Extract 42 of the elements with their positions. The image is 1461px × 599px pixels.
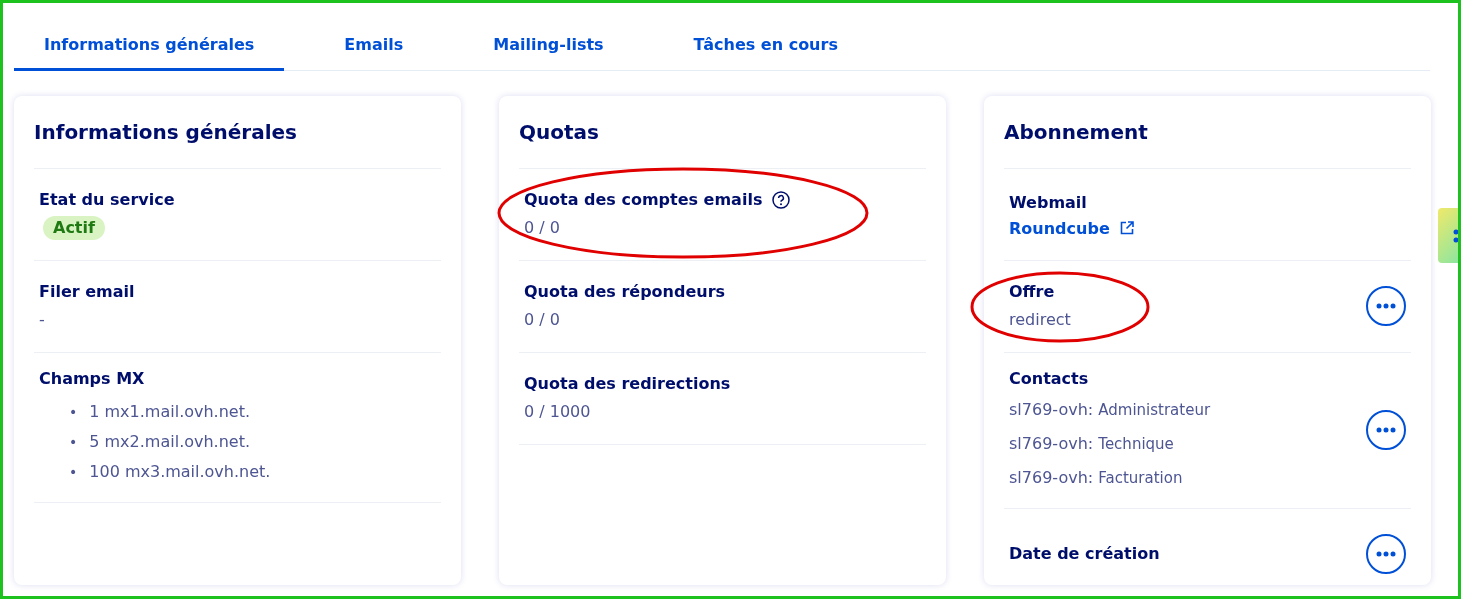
field-label: Quota des comptes emails	[524, 189, 763, 211]
tab[interactable]: Informations générales	[14, 25, 285, 71]
more-icon	[1376, 303, 1396, 309]
contact-line: sl769-ovh: Technique	[1009, 433, 1174, 455]
bullet: •	[69, 433, 78, 452]
more-button[interactable]	[1366, 410, 1406, 450]
help-icon[interactable]	[772, 191, 791, 209]
more-button[interactable]	[1366, 286, 1406, 326]
field-value: 0 / 0	[524, 217, 560, 239]
field-label: Webmail	[1009, 191, 1087, 214]
card-title: Abonnement	[1004, 116, 1411, 169]
bullet: •	[69, 463, 78, 482]
more-button[interactable]	[1366, 534, 1406, 574]
mx-record: 5 mx2.mail.ovh.net.	[89, 431, 251, 453]
field-label: Quota des répondeurs	[524, 281, 726, 303]
tab[interactable]: Tâches en cours	[663, 25, 868, 71]
field-value: 0 / 1000	[524, 401, 591, 423]
field-label: Quota des redirections	[524, 373, 731, 395]
field-label: Champs MX	[39, 368, 145, 390]
tab[interactable]: Emails	[314, 25, 434, 71]
field-label: Filer email	[39, 281, 135, 303]
more-icon	[1376, 551, 1396, 557]
field-value: 0 / 0	[524, 309, 560, 331]
webmail-link[interactable]: Roundcube	[1009, 218, 1134, 238]
external-link-icon	[1119, 221, 1134, 235]
field-label: Etat du service	[39, 189, 175, 211]
mx-record: 1 mx1.mail.ovh.net.	[89, 401, 251, 423]
status-badge: Actif	[43, 216, 105, 240]
field-value: redirect	[1009, 309, 1071, 331]
contact-line: sl769-ovh: Facturation	[1009, 467, 1183, 489]
contact-line: sl769-ovh: Administrateur	[1009, 399, 1211, 421]
more-icon	[1376, 427, 1396, 433]
field-value: -	[39, 309, 45, 331]
tab[interactable]: Mailing-lists	[463, 25, 634, 71]
mx-record: 100 mx3.mail.ovh.net.	[89, 461, 271, 483]
card-title: Quotas	[519, 116, 926, 169]
field-label: Date de création	[1009, 543, 1160, 565]
card-title: Informations générales	[34, 116, 441, 169]
field-label: Contacts	[1009, 368, 1089, 390]
field-label: Offre	[1009, 281, 1055, 303]
side-tab[interactable]	[1438, 208, 1458, 263]
bullet: •	[69, 403, 78, 422]
